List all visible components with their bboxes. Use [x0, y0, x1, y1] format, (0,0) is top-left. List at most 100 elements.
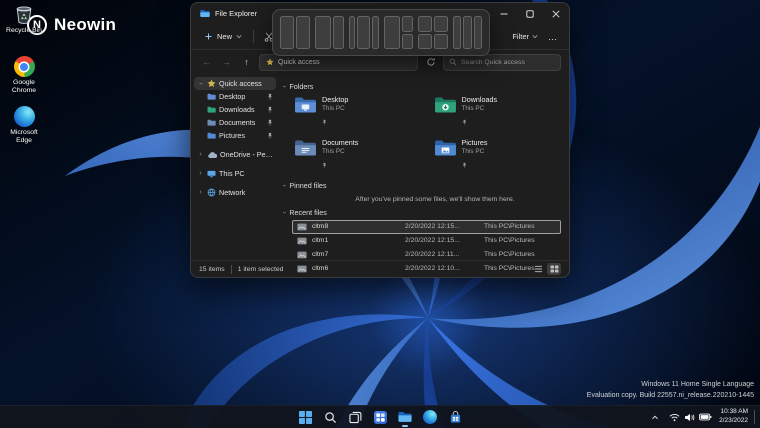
snap-zone[interactable]	[402, 16, 413, 32]
task-view-button[interactable]	[345, 407, 365, 427]
pictures-folder-icon	[434, 139, 457, 157]
snap-zone[interactable]	[372, 16, 378, 49]
recent-files-section-header[interactable]: › Recent files	[283, 207, 561, 219]
snap-zone[interactable]	[463, 16, 472, 49]
snap-zone[interactable]	[296, 16, 310, 49]
sidebar-item-pictures[interactable]: Pictures	[194, 129, 276, 142]
evaluation-watermark: Windows 11 Home Single Language Evaluati…	[587, 380, 754, 401]
pin-icon	[267, 132, 273, 140]
snap-zone[interactable]	[418, 34, 432, 50]
snap-zone[interactable]	[402, 34, 413, 50]
chevron-icon: ›	[197, 189, 204, 196]
sidebar-item-desktop[interactable]: Desktop	[194, 90, 276, 103]
snap-zone[interactable]	[333, 16, 344, 49]
search-input[interactable]	[461, 59, 555, 66]
snap-layout-two-equal[interactable]	[280, 16, 310, 49]
chevron-icon: ›	[197, 80, 204, 87]
file-explorer-icon	[200, 9, 210, 18]
folders-grid: Desktop This PC Downloads	[292, 94, 561, 176]
up-button[interactable]: ↑	[239, 55, 254, 70]
snap-zone[interactable]	[434, 34, 448, 50]
minimize-button[interactable]	[491, 3, 517, 24]
file-row-cltm8[interactable]: cltm8 2/20/2022 12:15... This PC\Picture…	[292, 220, 561, 234]
filter-button[interactable]: Filter	[512, 32, 538, 41]
edge-taskbar-button[interactable]	[420, 407, 440, 427]
details-view-button[interactable]	[531, 263, 545, 275]
maximize-button[interactable]	[517, 3, 543, 24]
snap-zone[interactable]	[315, 16, 332, 49]
forward-arrow-icon: →	[222, 57, 231, 67]
show-desktop-button[interactable]	[754, 410, 758, 424]
sidebar-item-onedrive[interactable]: › OneDrive - Personal	[194, 148, 276, 161]
network-globe-icon	[207, 188, 216, 197]
snap-layout-two-unequal[interactable]	[315, 16, 345, 49]
snap-zone[interactable]	[474, 16, 483, 49]
documents-folder-icon	[294, 139, 317, 157]
close-button[interactable]	[543, 3, 569, 24]
snap-layout-three-equal[interactable]	[453, 16, 483, 49]
star-icon	[207, 79, 216, 88]
pinned-files-section-header[interactable]: › Pinned files	[283, 180, 561, 192]
pictures-folder-icon	[207, 132, 216, 139]
snap-zone[interactable]	[349, 16, 355, 49]
snap-layout-three-center[interactable]	[349, 16, 379, 49]
tray-overflow-button[interactable]	[648, 413, 662, 422]
desktop-icon-recycle-bin[interactable]: Recycle Bin	[2, 3, 46, 35]
refresh-button[interactable]	[423, 55, 438, 70]
large-icons-view-button[interactable]	[547, 263, 561, 275]
sidebar-item-downloads[interactable]: Downloads	[194, 103, 276, 116]
forward-button[interactable]: →	[219, 55, 234, 70]
back-button[interactable]: ←	[199, 55, 214, 70]
tray-status-icons[interactable]	[666, 411, 715, 424]
sidebar-item-documents[interactable]: Documents	[194, 116, 276, 129]
sidebar-item-network[interactable]: › Network	[194, 186, 276, 199]
search-box	[443, 54, 561, 71]
search-button[interactable]	[320, 407, 340, 427]
snap-zone[interactable]	[280, 16, 294, 49]
refresh-icon	[426, 57, 436, 67]
onedrive-cloud-icon	[207, 151, 217, 159]
snap-zone[interactable]	[418, 16, 432, 32]
battery-icon	[699, 413, 712, 421]
snap-layout-left-plus-stack[interactable]	[384, 16, 414, 49]
folder-tile-pictures[interactable]: Pictures This PC	[432, 137, 562, 176]
folder-tile-desktop[interactable]: Desktop This PC	[292, 94, 422, 133]
desktop-icon-google-chrome[interactable]: Google Chrome	[2, 56, 46, 95]
snap-layout-quad[interactable]	[418, 16, 448, 49]
desktop-icon-microsoft-edge[interactable]: Microsoft Edge	[2, 106, 46, 145]
wifi-icon	[669, 413, 680, 422]
sidebar-item-quick-access[interactable]: › Quick access	[194, 77, 276, 90]
clock[interactable]: 10:38 AM 2/23/2022	[719, 408, 748, 426]
start-button[interactable]	[295, 407, 315, 427]
snap-zone[interactable]	[384, 16, 401, 49]
maximize-icon	[526, 10, 534, 18]
divider	[231, 265, 232, 274]
neowin-brand-name: Neowin	[54, 15, 116, 35]
widgets-button[interactable]	[370, 407, 390, 427]
this-pc-monitor-icon	[207, 170, 216, 178]
new-button[interactable]: New	[199, 29, 247, 44]
folder-tile-downloads[interactable]: Downloads This PC	[432, 94, 562, 133]
address-breadcrumb[interactable]: Quick access	[259, 54, 418, 71]
window-title: File Explorer	[215, 9, 257, 18]
file-row-cltm1[interactable]: cltm1 2/20/2022 12:15... This PC\Picture…	[292, 234, 561, 248]
folders-section-header[interactable]: › Folders	[283, 80, 561, 92]
windows-start-icon	[299, 411, 312, 424]
active-app-indicator	[402, 425, 408, 427]
snap-zone[interactable]	[434, 16, 448, 32]
folder-tile-documents[interactable]: Documents This PC	[292, 137, 422, 176]
chrome-icon	[14, 56, 35, 77]
sidebar-item-this-pc[interactable]: › This PC	[194, 167, 276, 180]
file-explorer-taskbar-button[interactable]	[395, 407, 415, 427]
chevron-icon: ›	[281, 185, 288, 187]
pin-icon	[462, 119, 467, 126]
snap-zone[interactable]	[453, 16, 462, 49]
store-taskbar-button[interactable]	[445, 407, 465, 427]
image-file-icon	[297, 251, 307, 259]
filter-button-label: Filter	[512, 32, 529, 41]
up-arrow-icon: ↑	[244, 57, 249, 67]
edge-icon	[423, 410, 437, 424]
see-more-button[interactable]: …	[544, 32, 561, 42]
chevron-up-icon	[651, 415, 659, 420]
snap-zone[interactable]	[357, 16, 370, 49]
